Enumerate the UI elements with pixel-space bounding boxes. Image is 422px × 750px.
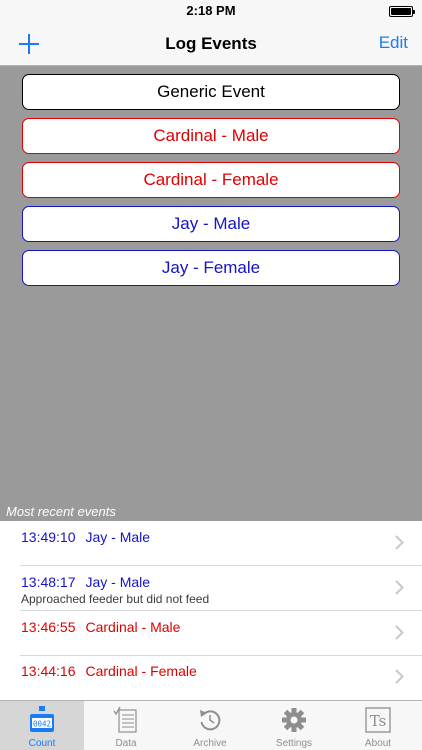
page-title: Log Events [165,34,257,53]
event-button-jay-female[interactable]: Jay - Female [22,250,400,286]
tab-count[interactable]: 0042 Count [0,701,84,750]
recent-event-row[interactable]: 13:46:55 Cardinal - Male [0,611,422,656]
about-icon: Ts [365,707,391,733]
tab-bar: 0042 Count Data Archive Settings Ts Abou… [0,700,422,750]
recent-event-row[interactable]: 13:49:10 Jay - Male [0,521,422,566]
recent-event-line: 13:49:10 Jay - Male [21,529,150,545]
nav-bar: Log Events Edit [0,22,422,66]
recent-event-row[interactable]: 13:44:16 Cardinal - Female [0,655,422,700]
plus-icon [19,34,39,54]
recent-event-row[interactable]: 13:48:17 Jay - Male Approached feeder but… [0,566,422,611]
chevron-right-icon [395,535,404,550]
edit-button[interactable]: Edit [379,33,408,53]
battery-icon [389,6,415,17]
chevron-right-icon [395,625,404,640]
event-name: Cardinal - Female [85,663,197,679]
status-time: 2:18 PM [186,3,236,18]
recent-events-label: Most recent events [6,504,116,519]
tab-data[interactable]: Data [84,701,168,750]
event-time: 13:48:17 [21,574,76,590]
event-time: 13:49:10 [21,529,76,545]
gear-icon [282,708,306,732]
chevron-right-icon [395,669,404,684]
add-button[interactable] [14,29,44,59]
event-button-cardinal-male[interactable]: Cardinal - Male [22,118,400,154]
tab-about[interactable]: Ts About [336,701,420,750]
recent-event-line: 13:44:16 Cardinal - Female [21,663,197,679]
archive-icon [200,710,221,731]
counter-icon: 0042 [30,706,54,732]
status-bar: 2:18 PM [0,0,422,22]
tab-label: Count [28,738,56,749]
tab-label: About [364,738,392,749]
chevron-right-icon [395,580,404,595]
tab-settings[interactable]: Settings [252,701,336,750]
event-note: Approached feeder but did not feed [21,592,210,606]
about-icon-text: Ts [370,712,387,730]
data-list-icon [113,706,137,733]
tab-archive[interactable]: Archive [168,701,252,750]
event-name: Jay - Male [85,574,151,590]
event-button-cardinal-female[interactable]: Cardinal - Female [22,162,400,198]
event-button-generic[interactable]: Generic Event [22,74,400,110]
counter-icon-text: 0042 [33,720,51,729]
event-name: Jay - Male [85,529,151,545]
recent-event-line: 13:46:55 Cardinal - Male [21,619,180,635]
tab-label: Archive [193,738,227,749]
event-name: Cardinal - Male [85,619,181,635]
event-button-area: Generic Event Cardinal - Male Cardinal -… [0,66,422,521]
tab-label: Settings [275,738,313,749]
tab-label: Data [115,738,137,749]
event-button-jay-male[interactable]: Jay - Male [22,206,400,242]
event-time: 13:46:55 [21,619,76,635]
recent-events-list: 13:49:10 Jay - Male 13:48:17 Jay - Male Ap… [0,521,422,700]
event-time: 13:44:16 [21,663,76,679]
recent-event-line: 13:48:17 Jay - Male [21,574,150,590]
